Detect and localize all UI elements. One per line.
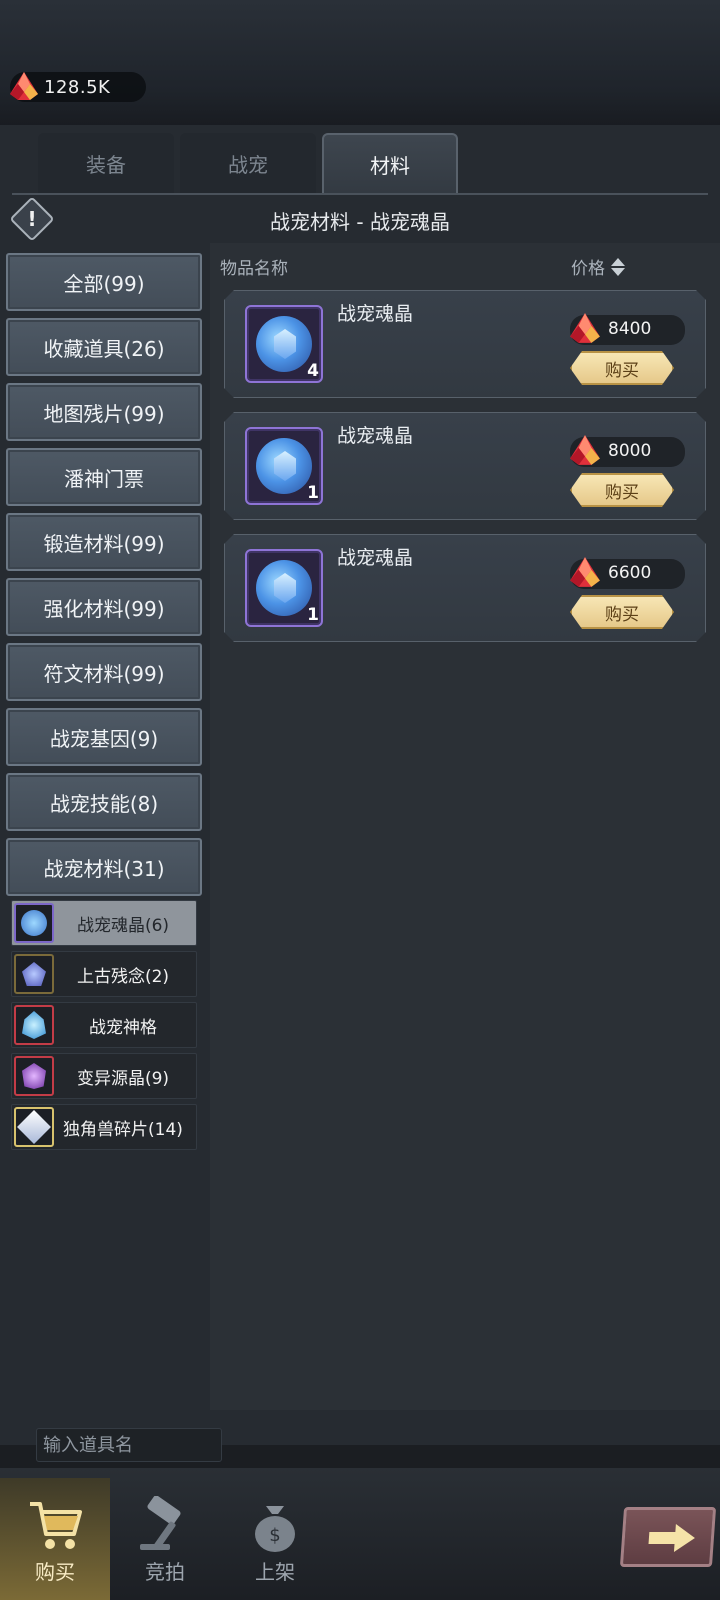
nav-auction-label: 竞拍	[145, 1560, 185, 1584]
item-price: 8000	[608, 441, 652, 461]
unicorn-shard-icon	[14, 1107, 54, 1147]
category-pet-materials[interactable]: 战宠材料(31)	[6, 838, 202, 896]
buy-button[interactable]: 购买	[570, 351, 674, 385]
item-name: 战宠魂晶	[337, 303, 414, 325]
subcategory-divinity[interactable]: 战宠神格	[11, 1002, 197, 1048]
subcategory-ancient-remnant[interactable]: 上古残念(2)	[11, 951, 197, 997]
item-search-input[interactable]	[36, 1428, 222, 1462]
item-quantity: 1	[307, 605, 319, 625]
mutation-crystal-icon	[14, 1056, 54, 1096]
list-item[interactable]: 1 战宠魂晶 6600 购买	[224, 534, 706, 642]
category-pet-skills[interactable]: 战宠技能(8)	[6, 773, 202, 831]
ancient-remnant-icon	[14, 954, 54, 994]
item-name: 战宠魂晶	[337, 547, 414, 569]
tab-divider	[12, 193, 708, 195]
category-sidebar: 全部(99) 收藏道具(26) 地图残片(99) 潘神门票 锻造材料(99) 强…	[6, 253, 204, 1155]
price-display: 8400	[570, 315, 685, 345]
price-display: 6600	[570, 559, 685, 589]
search-row	[0, 1410, 720, 1462]
item-quantity: 4	[307, 361, 319, 381]
category-pan-tickets[interactable]: 潘神门票	[6, 448, 202, 506]
subheader-title: 战宠材料 - 战宠魂晶	[270, 210, 450, 234]
ruby-gem-icon	[8, 70, 40, 102]
item-quantity: 1	[307, 483, 319, 503]
divinity-icon	[14, 1005, 54, 1045]
item-price: 8400	[608, 319, 652, 339]
category-collectibles[interactable]: 收藏道具(26)	[6, 318, 202, 376]
price-display: 8000	[570, 437, 685, 467]
subcategory-soul-crystal[interactable]: 战宠魂晶(6)	[11, 900, 197, 946]
tab-materials[interactable]: 材料	[322, 133, 458, 193]
column-item-name: 物品名称	[220, 259, 288, 279]
subcategory-label: 上古残念(2)	[76, 966, 170, 987]
arrow-right-icon	[648, 1524, 695, 1552]
nav-buy-label: 购买	[35, 1560, 75, 1584]
ruby-gem-icon	[568, 555, 602, 589]
category-map-fragments[interactable]: 地图残片(99)	[6, 383, 202, 441]
tab-pets[interactable]: 战宠	[180, 133, 316, 193]
nav-list-item[interactable]: $ 上架	[220, 1478, 330, 1600]
nav-buy[interactable]: 购买	[0, 1478, 110, 1600]
category-all[interactable]: 全部(99)	[6, 253, 202, 311]
column-price-label: 价格	[571, 259, 605, 279]
buy-button[interactable]: 购买	[570, 473, 674, 507]
next-button[interactable]	[619, 1507, 717, 1567]
top-band	[0, 0, 720, 130]
category-enhance[interactable]: 强化材料(99)	[6, 578, 202, 636]
sort-icon[interactable]	[611, 257, 625, 277]
currency-display: 128.5K	[10, 72, 146, 102]
soul-crystal-icon: 4	[245, 305, 323, 383]
money-bag-icon: $	[244, 1496, 306, 1556]
category-forging[interactable]: 锻造材料(99)	[6, 513, 202, 571]
item-price: 6600	[608, 563, 652, 583]
subcategory-label: 战宠神格	[89, 1017, 157, 1038]
soul-crystal-icon: 1	[245, 427, 323, 505]
category-pet-genes[interactable]: 战宠基因(9)	[6, 708, 202, 766]
buy-button[interactable]: 购买	[570, 595, 674, 629]
item-name: 战宠魂晶	[337, 425, 414, 447]
cart-icon	[24, 1496, 86, 1556]
tab-equipment[interactable]: 装备	[38, 133, 174, 193]
subcategory-mutation-crystal[interactable]: 变异源晶(9)	[11, 1053, 197, 1099]
gavel-icon	[134, 1495, 196, 1556]
soul-crystal-icon: 1	[245, 549, 323, 627]
subcategory-label: 战宠魂晶(6)	[76, 915, 170, 936]
category-runes[interactable]: 符文材料(99)	[6, 643, 202, 701]
nav-list-item-label: 上架	[255, 1560, 295, 1584]
svg-text:$: $	[269, 1525, 280, 1546]
nav-auction[interactable]: 竞拍	[110, 1478, 220, 1600]
column-price[interactable]: 价格	[571, 254, 625, 279]
subheader: ! 战宠材料 - 战宠魂晶	[0, 196, 720, 244]
subcategory-label: 独角兽碎片(14)	[63, 1119, 183, 1140]
soul-crystal-icon	[14, 903, 54, 943]
list-item[interactable]: 1 战宠魂晶 8000 购买	[224, 412, 706, 520]
subcategory-label: 变异源晶(9)	[76, 1068, 170, 1089]
category-tabs: 装备 战宠 材料	[38, 133, 458, 193]
list-item[interactable]: 4 战宠魂晶 8400 购买	[224, 290, 706, 398]
ruby-gem-icon	[568, 311, 602, 345]
subcategory-unicorn-shard[interactable]: 独角兽碎片(14)	[11, 1104, 197, 1150]
currency-amount: 128.5K	[44, 76, 111, 98]
ruby-gem-icon	[568, 433, 602, 467]
